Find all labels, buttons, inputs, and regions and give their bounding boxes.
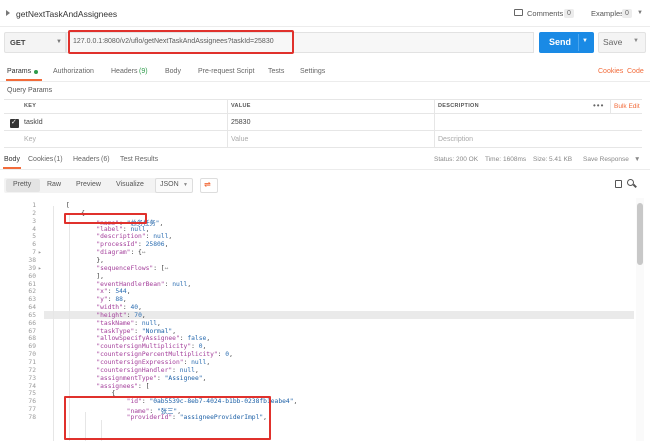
size-label: Size: [533, 156, 548, 163]
method-label: GET [10, 38, 26, 47]
code-line: "x": 544, [96, 288, 131, 296]
tab-settings[interactable]: Settings [300, 68, 325, 75]
column-header-value: VALUE [231, 103, 251, 109]
tab-pre-request-script[interactable]: Pre-request Script [198, 68, 254, 75]
code-line: "width": 40, [96, 304, 142, 312]
wrap-lines-icon: ⇌ [204, 180, 211, 189]
code-link[interactable]: Code [627, 68, 644, 75]
tab-test-results[interactable]: Test Results [120, 156, 158, 163]
code-line: "assignees": [ [96, 382, 150, 390]
code-line: ], [66, 272, 104, 280]
examples-label[interactable]: Examples [591, 9, 624, 18]
code-line: "description": null, [96, 233, 173, 241]
new-value-input[interactable]: Value [231, 136, 248, 143]
send-divider [578, 34, 579, 51]
status-value[interactable]: 200 OK [456, 156, 478, 163]
cookies-link[interactable]: Cookies [598, 68, 623, 75]
code-line: "countersignPercentMultiplicity": 0, [96, 351, 233, 359]
size-value[interactable]: 5.41 KB [549, 156, 572, 163]
new-description-input[interactable]: Description [438, 136, 473, 143]
code-line: "processId": 25806, [96, 241, 169, 249]
tab-response-cookies-count: (1) [54, 156, 63, 163]
params-active-dot [34, 70, 38, 74]
raw-button[interactable]: Raw [47, 181, 61, 188]
comments-count-badge: 0 [564, 9, 574, 18]
param-value[interactable]: 25830 [231, 119, 250, 126]
preview-button[interactable]: Preview [76, 181, 101, 188]
code-line: "label": null, [96, 225, 150, 233]
format-label: JSON [160, 181, 179, 188]
comments-label[interactable]: Comments [527, 9, 563, 18]
name-highlight-box [64, 213, 147, 224]
column-header-key: KEY [24, 103, 37, 109]
code-line: "countersignHandler": null, [96, 366, 199, 374]
new-key-input[interactable]: Key [24, 136, 36, 143]
examples-count-badge: 0 [622, 9, 632, 18]
param-key[interactable]: taskId [24, 119, 43, 126]
more-options-icon[interactable]: ••• [593, 101, 604, 110]
params-table-header [4, 99, 642, 114]
tab-body[interactable]: Body [165, 68, 181, 75]
request-name[interactable]: getNextTaskAndAssignees [16, 9, 117, 19]
pretty-button[interactable]: Pretty [13, 181, 31, 188]
copy-icon[interactable] [615, 180, 622, 188]
code-line: "sequenceFlows": [↔ [96, 264, 169, 272]
search-icon-handle [633, 183, 637, 188]
bulk-edit-link[interactable]: Bulk Edit [614, 103, 640, 110]
collapse-caret-icon[interactable] [6, 10, 10, 16]
check-icon: ✓ [11, 119, 17, 126]
code-line: "countersignExpression": null, [96, 359, 211, 366]
comment-icon[interactable] [514, 9, 523, 16]
chevron-down-icon: ▼ [56, 39, 62, 45]
code-line: "diagram": {↔ [96, 249, 146, 257]
code-line: "taskType": "Normal", [96, 327, 176, 335]
tab-tests[interactable]: Tests [268, 68, 284, 75]
time-value[interactable]: 1608ms [503, 156, 526, 163]
response-tabs-divider [0, 169, 650, 170]
code-line: "eventHandlerBean": null, [96, 280, 192, 288]
time-label: Time: [485, 156, 502, 163]
scrollbar-thumb[interactable] [637, 203, 643, 265]
assignees-highlight-box [64, 396, 271, 440]
table-row [4, 114, 642, 131]
chevron-down-icon[interactable]: ▼ [634, 156, 640, 163]
column-header-description: DESCRIPTION [438, 103, 479, 109]
status-label: Status: [434, 156, 455, 163]
code-line: [ [66, 202, 70, 209]
code-line: "countersignMultiplicity": 0, [96, 343, 207, 351]
tab-response-headers[interactable]: Headers [73, 156, 99, 163]
tab-authorization[interactable]: Authorization [53, 68, 94, 75]
send-label: Send [549, 37, 572, 47]
send-options-chevron-icon[interactable]: ▼ [582, 38, 588, 44]
tab-response-cookies[interactable]: Cookies [28, 156, 53, 163]
code-line: "y": 88, [96, 296, 127, 304]
code-line: "height": 70, [96, 311, 146, 319]
query-params-title: Query Params [7, 87, 53, 94]
visualize-button[interactable]: Visualize [116, 181, 144, 188]
column-divider [610, 99, 611, 114]
chevron-down-icon[interactable]: ▼ [633, 38, 639, 44]
tab-response-headers-count: (6) [101, 156, 110, 163]
code-line: "allowSpecifyAssignee": false, [96, 335, 211, 343]
save-label: Save [603, 37, 623, 47]
chevron-down-icon: ▼ [183, 182, 188, 188]
save-response-button[interactable]: Save Response [583, 156, 629, 163]
tab-response-body[interactable]: Body [4, 156, 20, 163]
code-line: }, [66, 256, 104, 264]
code-line: "taskName": null, [96, 319, 161, 327]
url-highlight-box [68, 30, 294, 54]
tab-headers[interactable]: Headers [111, 68, 137, 75]
table-row [4, 131, 642, 148]
tabs-divider [0, 81, 650, 82]
tab-params[interactable]: Params [7, 68, 31, 75]
code-line: "assignmentType": "Assignee", [96, 374, 207, 382]
tab-headers-count: (9) [139, 68, 148, 75]
chevron-down-icon[interactable]: ▼ [637, 10, 643, 16]
